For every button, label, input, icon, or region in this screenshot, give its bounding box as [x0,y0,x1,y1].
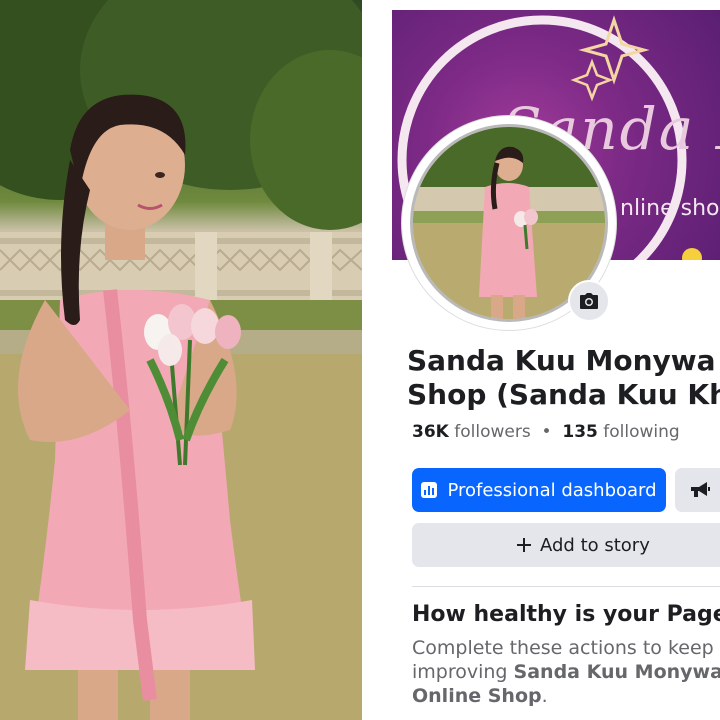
page-name-line-2: Shop (Sanda Kuu Khin) [407,378,720,411]
stats-separator: • [541,422,552,442]
page-health-title: How healthy is your Page? [412,602,720,627]
page-name: Sanda Kuu Monywa Onl Shop (Sanda Kuu Khi… [407,344,720,412]
change-avatar-button[interactable] [568,280,610,322]
followers-label[interactable]: followers [454,422,530,442]
page-health-description: Complete these actions to keep improving… [412,636,720,708]
following-label[interactable]: following [603,422,679,442]
following-count[interactable]: 135 [562,422,598,442]
camera-icon [580,293,598,309]
follower-stats: 36K followers • 135 following [412,422,680,442]
profile-photo-large [0,0,362,720]
health-body-suffix: . [541,685,548,707]
facebook-page-screen: Sanda Ku nline sho Sanda Kuu Monywa [362,0,720,720]
cover-subtext: nline sho [620,196,720,221]
add-to-story-label: Add to story [540,534,650,556]
promote-button[interactable] [675,468,720,512]
megaphone-icon [691,482,710,497]
professional-dashboard-button[interactable]: Professional dashboard [412,468,666,512]
page-name-line-1: Sanda Kuu Monywa Onl [407,344,716,377]
add-to-story-button[interactable]: Add to story [412,523,720,567]
woman-with-tulips-illustration [0,0,362,720]
bar-chart-icon [421,482,438,498]
plus-icon [517,538,531,552]
section-divider [412,586,720,587]
professional-dashboard-label: Professional dashboard [447,479,657,501]
followers-count[interactable]: 36K [412,422,449,442]
